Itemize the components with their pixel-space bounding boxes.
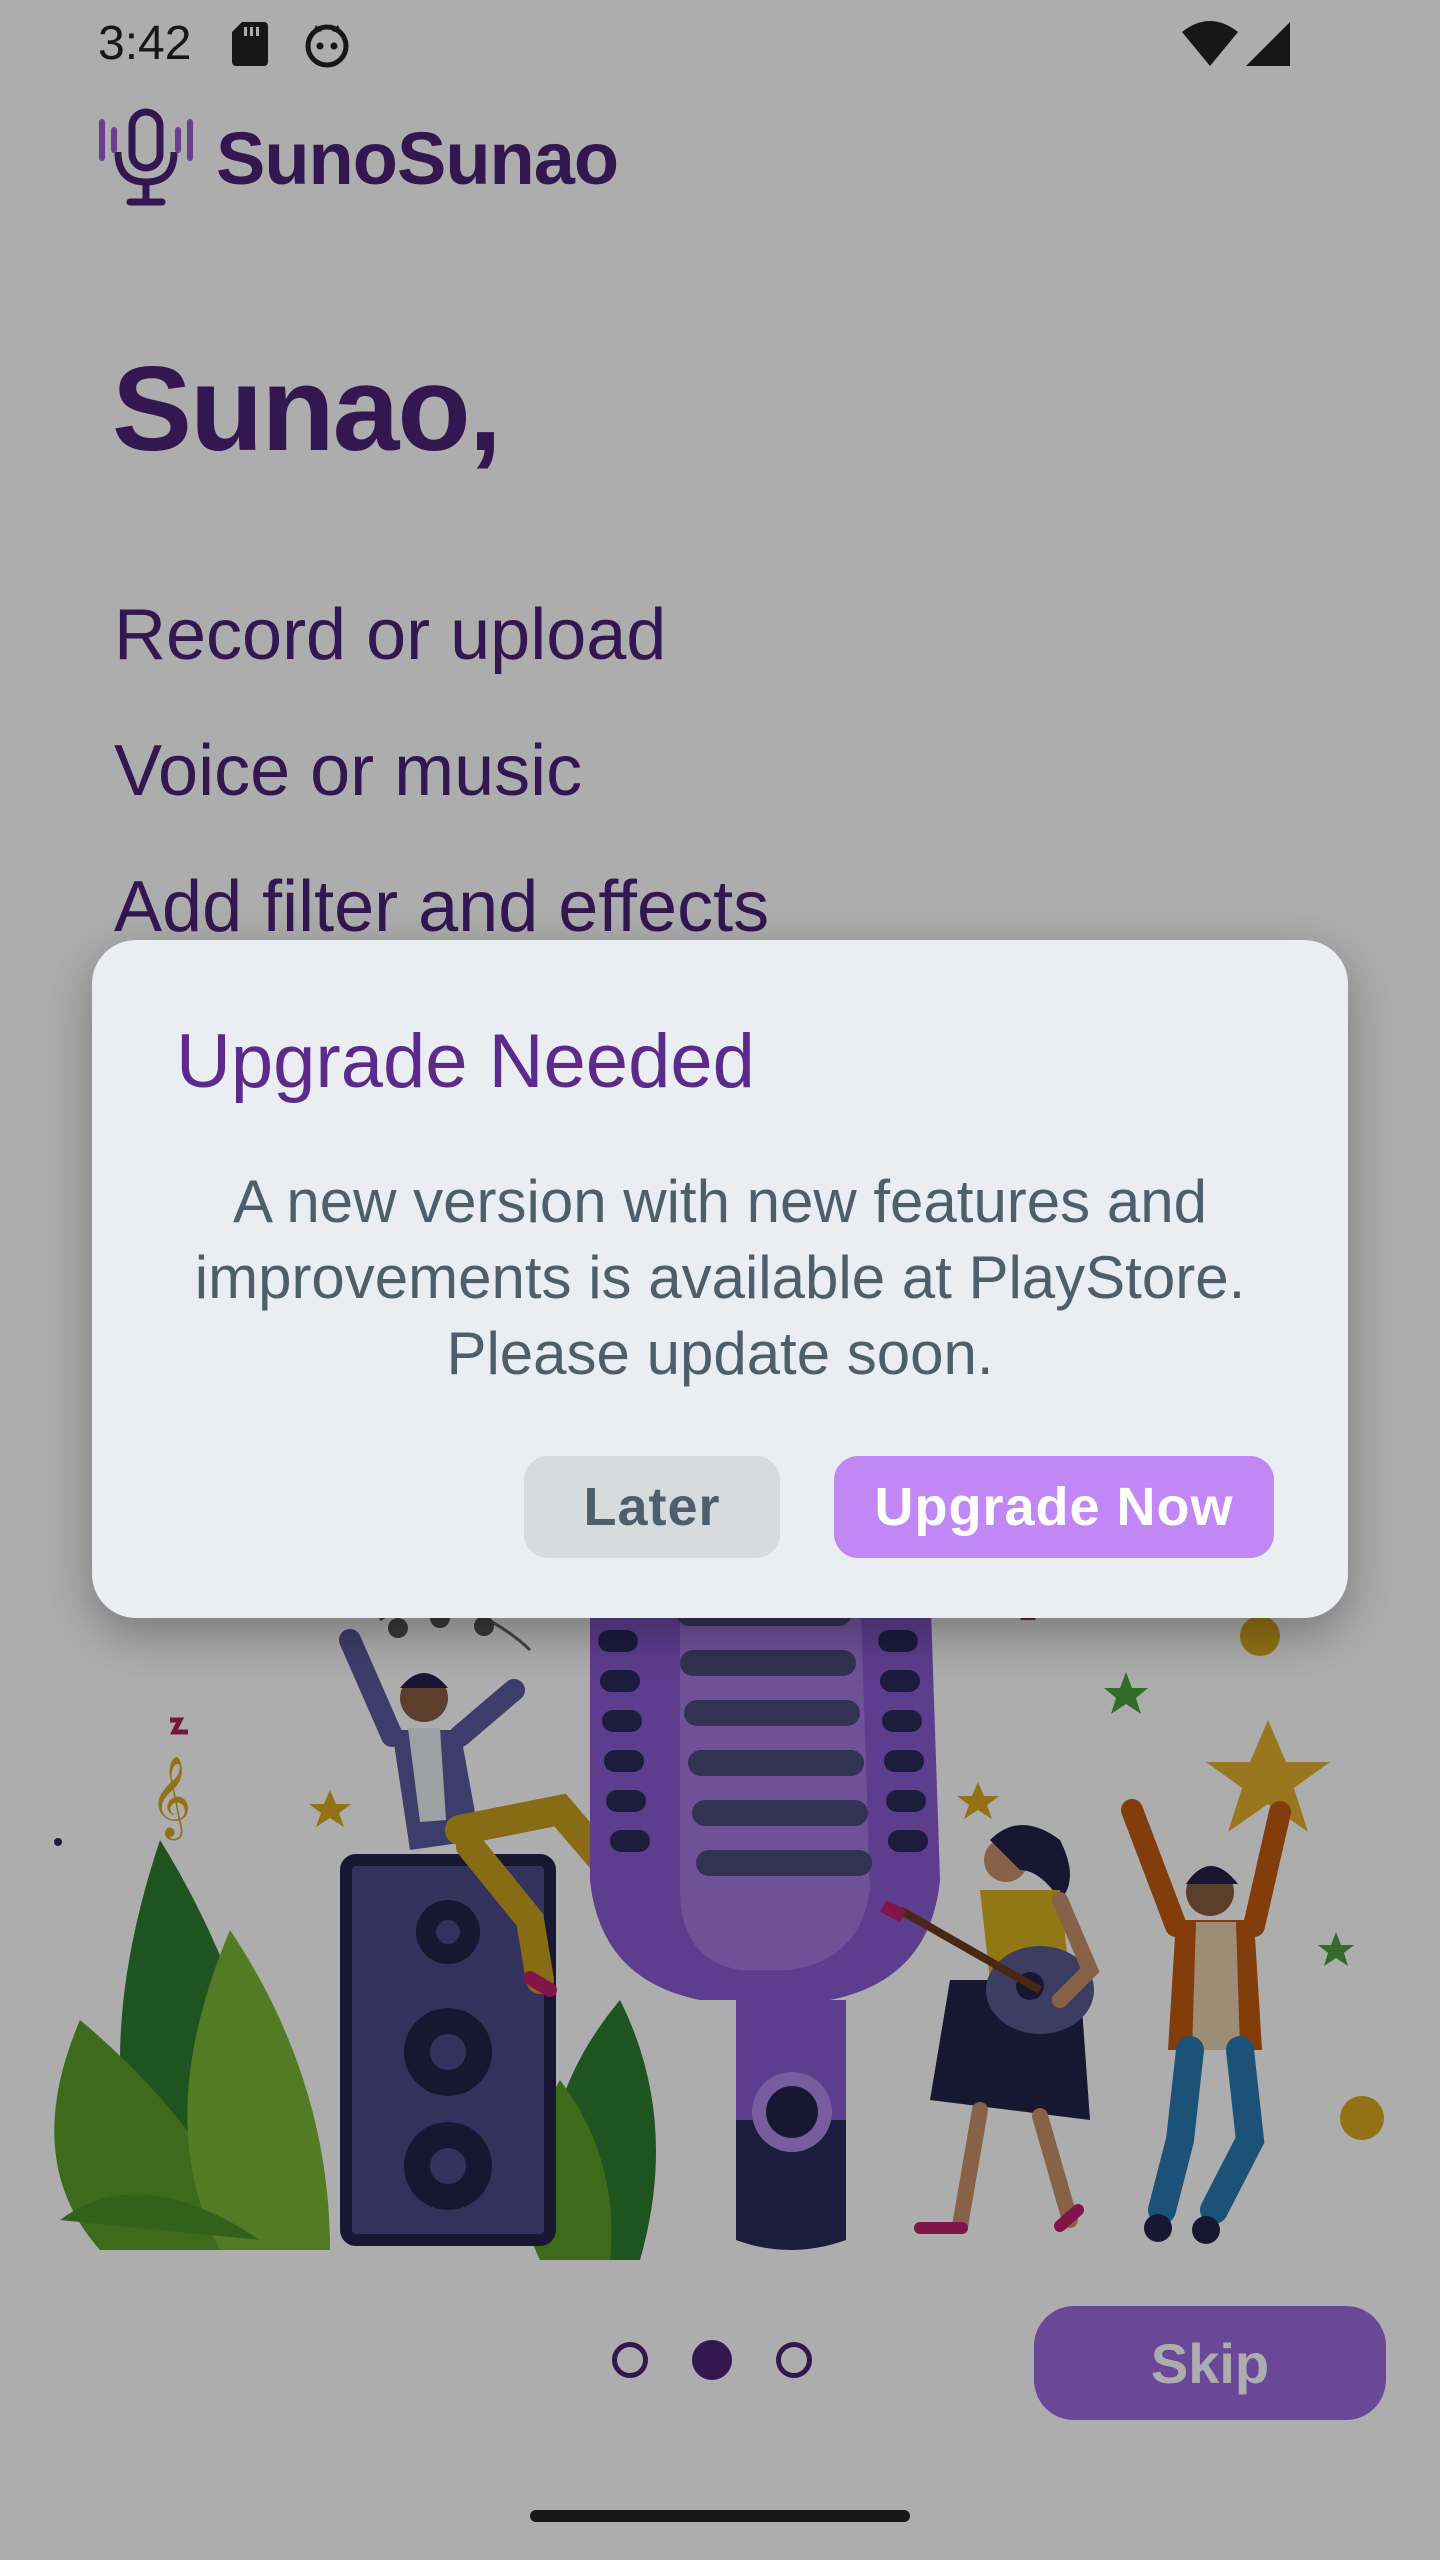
later-button[interactable]: Later xyxy=(524,1456,780,1558)
dialog-message: A new version with new features and impr… xyxy=(194,1168,1246,1387)
upgrade-dialog: Upgrade Needed A new version with new fe… xyxy=(92,940,1348,1618)
dialog-title: Upgrade Needed xyxy=(176,1019,755,1104)
onboarding-screen: 3:42 SunoSunao Sunao, Record or upload V… xyxy=(0,0,1440,2560)
upgrade-now-button[interactable]: Upgrade Now xyxy=(834,1456,1274,1558)
